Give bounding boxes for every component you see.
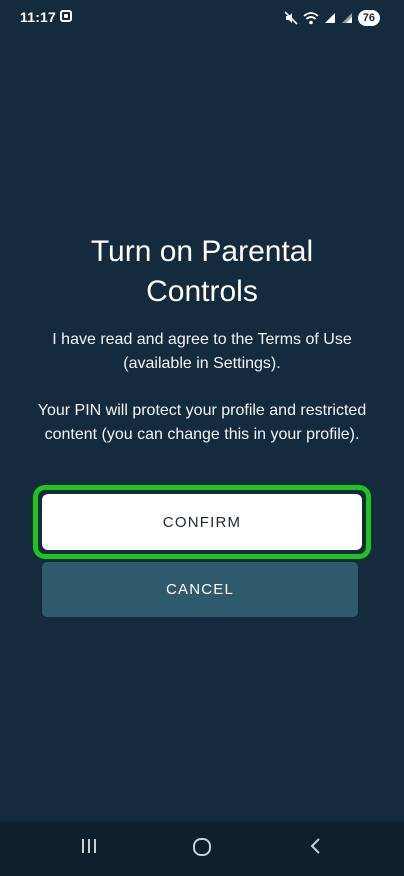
navigation-bar	[0, 822, 404, 876]
back-icon[interactable]	[296, 836, 336, 862]
terms-text: I have read and agree to the Terms of Us…	[52, 331, 352, 372]
wifi-icon	[303, 11, 319, 25]
home-icon[interactable]	[182, 836, 222, 862]
screenshot-icon	[60, 10, 72, 22]
status-bar: 11:17 76	[0, 0, 404, 36]
confirm-button[interactable]: CONFIRM	[42, 494, 362, 550]
page-title: Turn on Parental Controls	[90, 235, 314, 308]
battery-icon: 76	[357, 10, 380, 26]
cancel-button[interactable]: CANCEL	[42, 562, 358, 617]
signal-icon	[341, 12, 353, 24]
mute-icon	[284, 11, 298, 25]
signal-icon	[324, 12, 336, 24]
status-icons: 76	[284, 9, 380, 27]
recents-icon[interactable]	[69, 836, 109, 862]
status-time: 11:17	[20, 9, 57, 25]
pin-text: Your PIN will protect your profile and r…	[37, 402, 367, 443]
